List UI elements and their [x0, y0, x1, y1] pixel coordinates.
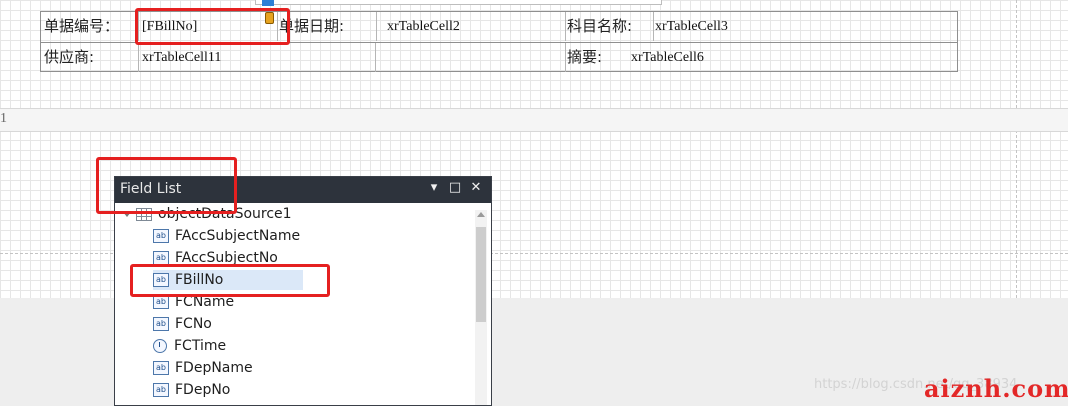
cell-xrtablecell11[interactable]: xrTableCell11	[142, 43, 221, 72]
close-icon[interactable]: ✕	[469, 180, 483, 195]
maximize-icon[interactable]: □	[448, 180, 462, 195]
string-field-icon: ab	[153, 383, 169, 397]
scroll-thumb[interactable]	[476, 227, 486, 322]
cell-xrtablecell6[interactable]: xrTableCell6	[631, 43, 704, 72]
scroll-up-arrow-icon[interactable]	[477, 212, 485, 217]
string-field-icon: ab	[153, 317, 169, 331]
list-item[interactable]: ab FDepName	[153, 358, 253, 378]
band-marker: 1	[0, 111, 7, 126]
string-field-icon: ab	[153, 229, 169, 243]
highlight-box-field-list-title	[96, 157, 237, 214]
vertical-scrollbar[interactable]	[475, 210, 487, 405]
smart-tag-anchor[interactable]	[262, 0, 274, 6]
table-row: 供应商: xrTableCell11 摘要: xrTableCell6	[41, 42, 957, 72]
cell-xrtablecell2[interactable]: xrTableCell2	[387, 12, 460, 41]
list-item[interactable]: FCTime	[153, 336, 226, 356]
band-separator[interactable]: 1	[0, 108, 1068, 132]
cell-xrtablecell3[interactable]: xrTableCell3	[655, 12, 728, 41]
label-bill-number: 单据编号：	[44, 17, 120, 35]
highlight-box-fbillno-field	[130, 264, 330, 297]
field-tree[interactable]: objectDataSource1 ab FAccSubjectName ab FA…	[115, 204, 491, 405]
label-supplier: 供应商:	[44, 48, 95, 66]
watermark-site: aiznh.com	[924, 374, 1068, 403]
string-field-icon: ab	[153, 251, 169, 265]
datetime-field-icon	[153, 339, 167, 353]
highlight-box-fbillno-cell	[135, 8, 290, 45]
list-item[interactable]: ab FCNo	[153, 314, 212, 334]
list-item[interactable]: ab FAccSubjectName	[153, 226, 300, 246]
string-field-icon: ab	[153, 361, 169, 375]
string-field-icon: ab	[153, 295, 169, 309]
label-subject-name: 科目名称:	[567, 17, 633, 35]
label-summary: 摘要:	[567, 48, 603, 66]
dropdown-icon[interactable]: ▾	[427, 180, 441, 195]
list-item[interactable]: ab FDepNo	[153, 380, 230, 400]
band-top-edge	[255, 0, 662, 5]
